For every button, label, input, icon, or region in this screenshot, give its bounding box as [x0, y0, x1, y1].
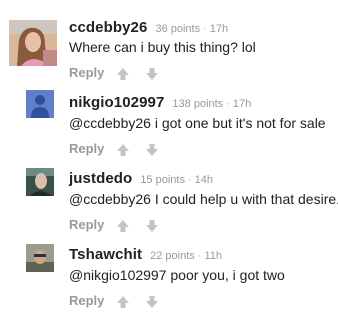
comment-item: justdedo 15 points · 14h @ccdebby26 I could…: [0, 160, 338, 240]
upvote-button[interactable]: [116, 219, 130, 233]
arrow-up-icon: [117, 144, 129, 156]
comment-header: ccdebby26 36 points · 17h: [69, 19, 228, 37]
separator: ·: [226, 98, 230, 110]
avatar[interactable]: [26, 244, 54, 272]
avatar[interactable]: [9, 20, 57, 66]
comment-actions: Reply: [69, 65, 169, 83]
upvote-button[interactable]: [116, 143, 130, 157]
username[interactable]: nikgio102997: [69, 94, 164, 111]
comment-item: ccdebby26 36 points · 17h Where can i buy t…: [0, 8, 338, 88]
username[interactable]: Tshawchit: [69, 246, 142, 263]
username[interactable]: ccdebby26: [69, 19, 147, 36]
reply-button[interactable]: Reply: [69, 141, 104, 156]
arrow-down-icon: [146, 296, 158, 308]
arrow-up-icon: [117, 296, 129, 308]
downvote-button[interactable]: [145, 219, 159, 233]
arrow-down-icon: [146, 220, 158, 232]
downvote-button[interactable]: [145, 143, 159, 157]
separator: ·: [187, 174, 192, 186]
downvote-button[interactable]: [145, 295, 159, 309]
reply-button[interactable]: Reply: [69, 217, 104, 232]
username[interactable]: justdedo: [69, 170, 132, 187]
arrow-down-icon: [146, 68, 158, 80]
points-count: 36 points: [155, 23, 201, 35]
comment-text: @nikgio102997 poor you, i got two: [69, 267, 285, 283]
points-count: 22 points: [150, 250, 195, 262]
points-count: 15 points: [140, 174, 185, 186]
comment-actions: Reply: [69, 217, 169, 235]
comment-text: @ccdebby26 i got one but it's not for sa…: [69, 115, 326, 131]
comment-text: Where can i buy this thing? lol: [69, 39, 256, 55]
upvote-button[interactable]: [116, 295, 130, 309]
comment-text: @ccdebby26 I could help u with that desi…: [69, 191, 338, 207]
comment-header: nikgio102997 138 points · 17h: [69, 94, 251, 112]
comment-header: Tshawchit 22 points · 11h: [69, 246, 222, 264]
comment-item: nikgio102997 138 points · 17h @ccdebby26 i …: [0, 84, 338, 164]
timestamp[interactable]: 17h: [210, 23, 228, 35]
default-user-avatar-icon: [26, 90, 54, 118]
arrow-down-icon: [146, 144, 158, 156]
upvote-button[interactable]: [116, 67, 130, 81]
timestamp[interactable]: 17h: [233, 98, 251, 110]
avatar[interactable]: [26, 90, 54, 118]
avatar[interactable]: [26, 168, 54, 196]
reply-button[interactable]: Reply: [69, 65, 104, 80]
timestamp[interactable]: 11h: [204, 250, 222, 262]
arrow-up-icon: [117, 68, 129, 80]
comment-header: justdedo 15 points · 14h: [69, 170, 213, 188]
comment-item: Tshawchit 22 points · 11h @nikgio102997 poo…: [0, 236, 338, 316]
comment-actions: Reply: [69, 293, 169, 311]
separator: ·: [197, 250, 202, 262]
separator: ·: [203, 23, 207, 35]
timestamp[interactable]: 14h: [195, 174, 213, 186]
downvote-button[interactable]: [145, 67, 159, 81]
comment-actions: Reply: [69, 141, 169, 159]
points-count: 138 points: [172, 98, 224, 110]
reply-button[interactable]: Reply: [69, 293, 104, 308]
arrow-up-icon: [117, 220, 129, 232]
